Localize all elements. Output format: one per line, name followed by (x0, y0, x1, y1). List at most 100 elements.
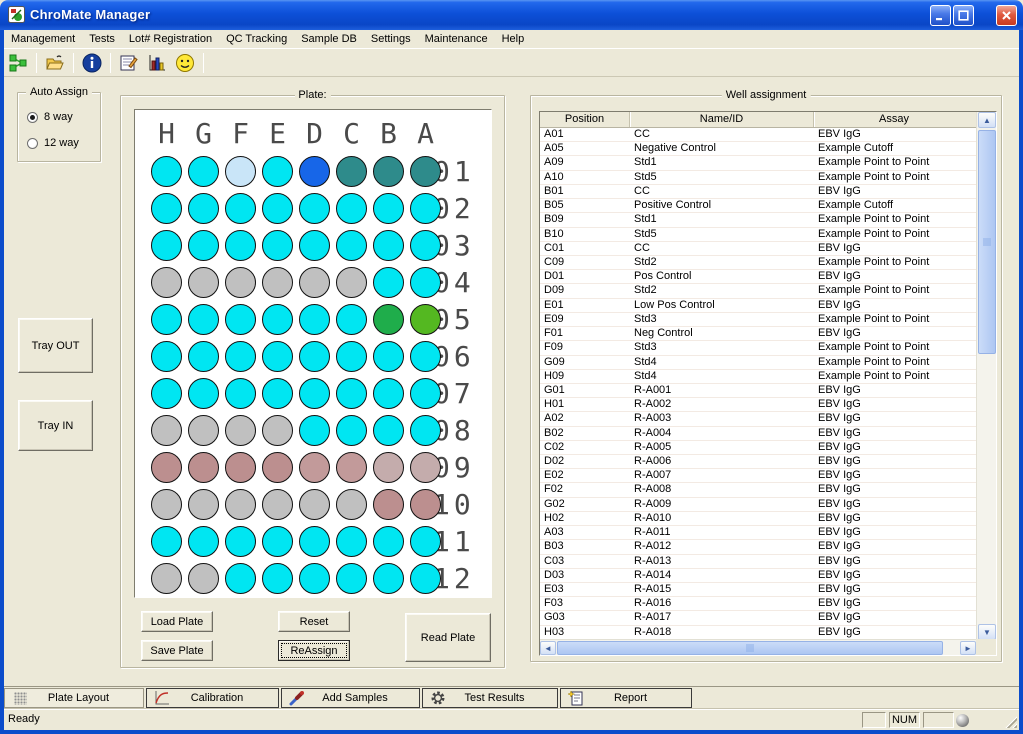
well-F08[interactable] (225, 415, 256, 446)
well-A10[interactable] (410, 489, 441, 520)
well-B05[interactable] (373, 304, 404, 335)
well-E10[interactable] (262, 489, 293, 520)
well-D03[interactable] (299, 230, 330, 261)
well-B09[interactable] (373, 452, 404, 483)
well-D02[interactable] (299, 193, 330, 224)
table-row[interactable]: A03R-A011EBV IgG (540, 526, 976, 540)
well-F02[interactable] (225, 193, 256, 224)
well-G07[interactable] (188, 378, 219, 409)
radio-button-icon[interactable] (27, 138, 38, 149)
maximize-button[interactable] (953, 5, 974, 26)
load-plate-button[interactable]: Load Plate (141, 611, 213, 632)
well-A11[interactable] (410, 526, 441, 557)
well-A02[interactable] (410, 193, 441, 224)
well-G04[interactable] (188, 267, 219, 298)
well-G09[interactable] (188, 452, 219, 483)
well-H05[interactable] (151, 304, 182, 335)
well-A03[interactable] (410, 230, 441, 261)
well-H02[interactable] (151, 193, 182, 224)
table-row[interactable]: G09Std4Example Point to Point (540, 356, 976, 370)
well-E12[interactable] (262, 563, 293, 594)
well-A08[interactable] (410, 415, 441, 446)
well-D05[interactable] (299, 304, 330, 335)
table-row[interactable]: A05Negative ControlExample Cutoff (540, 142, 976, 156)
well-C09[interactable] (336, 452, 367, 483)
well-A12[interactable] (410, 563, 441, 594)
menu-item-help[interactable]: Help (495, 31, 532, 47)
well-B01[interactable] (373, 156, 404, 187)
well-G11[interactable] (188, 526, 219, 557)
well-E07[interactable] (262, 378, 293, 409)
well-H04[interactable] (151, 267, 182, 298)
radio-8-way[interactable]: 8 way (27, 111, 73, 123)
horizontal-scrollbar[interactable]: ◄ ► (540, 639, 976, 655)
well-F06[interactable] (225, 341, 256, 372)
well-E05[interactable] (262, 304, 293, 335)
save-plate-button[interactable]: Save Plate (141, 640, 213, 661)
bar-chart-icon[interactable] (145, 51, 169, 75)
table-row[interactable]: D09Std2Example Point to Point (540, 284, 976, 298)
well-G05[interactable] (188, 304, 219, 335)
well-F11[interactable] (225, 526, 256, 557)
well-F01[interactable] (225, 156, 256, 187)
well-D06[interactable] (299, 341, 330, 372)
well-F10[interactable] (225, 489, 256, 520)
column-header-assay[interactable]: Assay (814, 112, 974, 127)
well-E01[interactable] (262, 156, 293, 187)
well-B03[interactable] (373, 230, 404, 261)
well-C04[interactable] (336, 267, 367, 298)
minimize-button[interactable] (930, 5, 951, 26)
well-B06[interactable] (373, 341, 404, 372)
well-E08[interactable] (262, 415, 293, 446)
table-row[interactable]: H01R-A002EBV IgG (540, 398, 976, 412)
table-row[interactable]: E01Low Pos ControlEBV IgG (540, 299, 976, 313)
table-row[interactable]: C09Std2Example Point to Point (540, 256, 976, 270)
tab-calibration[interactable]: Calibration (146, 688, 279, 708)
reassign-button[interactable]: ReAssign (278, 640, 350, 661)
well-D07[interactable] (299, 378, 330, 409)
well-C05[interactable] (336, 304, 367, 335)
table-row[interactable]: F01Neg ControlEBV IgG (540, 327, 976, 341)
info-icon[interactable] (80, 51, 104, 75)
menu-item-maintenance[interactable]: Maintenance (418, 31, 495, 47)
edit-document-icon[interactable] (117, 51, 141, 75)
well-B11[interactable] (373, 526, 404, 557)
table-row[interactable]: C02R-A005EBV IgG (540, 441, 976, 455)
well-C12[interactable] (336, 563, 367, 594)
well-H11[interactable] (151, 526, 182, 557)
well-E11[interactable] (262, 526, 293, 557)
table-row[interactable]: F03R-A016EBV IgG (540, 597, 976, 611)
well-C11[interactable] (336, 526, 367, 557)
table-row[interactable]: B10Std5Example Point to Point (540, 228, 976, 242)
well-A04[interactable] (410, 267, 441, 298)
scroll-down-icon[interactable]: ▼ (978, 624, 996, 640)
read-plate-button[interactable]: Read Plate (405, 613, 491, 662)
scroll-right-icon[interactable]: ► (960, 641, 976, 655)
column-header-name-id[interactable]: Name/ID (630, 112, 814, 127)
radio-button-icon[interactable] (27, 112, 38, 123)
menu-item-management[interactable]: Management (4, 31, 82, 47)
column-header-position[interactable]: Position (540, 112, 630, 127)
table-row[interactable]: D01Pos ControlEBV IgG (540, 270, 976, 284)
network-icon[interactable] (6, 51, 30, 75)
well-G08[interactable] (188, 415, 219, 446)
well-E03[interactable] (262, 230, 293, 261)
well-G12[interactable] (188, 563, 219, 594)
scroll-left-icon[interactable]: ◄ (540, 641, 556, 655)
menu-item-tests[interactable]: Tests (82, 31, 122, 47)
well-D04[interactable] (299, 267, 330, 298)
table-row[interactable]: D03R-A014EBV IgG (540, 569, 976, 583)
radio-12-way[interactable]: 12 way (27, 137, 79, 149)
well-G10[interactable] (188, 489, 219, 520)
table-row[interactable]: F02R-A008EBV IgG (540, 483, 976, 497)
well-E09[interactable] (262, 452, 293, 483)
well-A09[interactable] (410, 452, 441, 483)
well-G06[interactable] (188, 341, 219, 372)
well-H09[interactable] (151, 452, 182, 483)
well-C07[interactable] (336, 378, 367, 409)
well-F12[interactable] (225, 563, 256, 594)
well-B02[interactable] (373, 193, 404, 224)
well-H12[interactable] (151, 563, 182, 594)
table-row[interactable]: C03R-A013EBV IgG (540, 555, 976, 569)
well-H01[interactable] (151, 156, 182, 187)
